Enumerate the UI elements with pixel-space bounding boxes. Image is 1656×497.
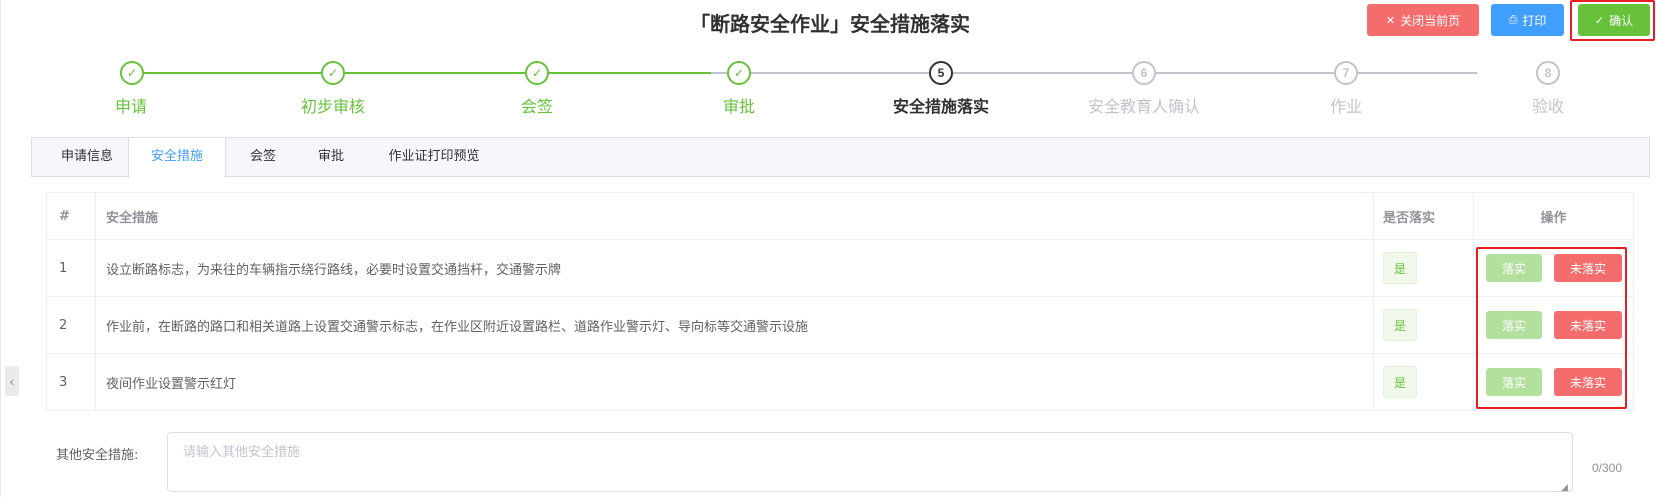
tabs-bar: 申请信息 安全措施 会签 审批 作业证打印预览 bbox=[31, 137, 1650, 178]
safety-measures-table: # 安全措施 是否落实 操作 1 设立断路标志，为来往的车辆指示绕行路线，必要时… bbox=[46, 192, 1634, 411]
confirm-label: 确认 bbox=[1609, 13, 1634, 28]
close-page-button[interactable]: ✕ 关闭当前页 bbox=[1367, 4, 1479, 36]
step-2-label: 初步审核 bbox=[300, 97, 365, 116]
implemented-tag: 是 bbox=[1383, 309, 1417, 341]
tab-print-preview[interactable]: 作业证打印预览 bbox=[378, 138, 490, 177]
step-1-circle: ✓ bbox=[120, 61, 144, 85]
step-progress-line bbox=[137, 72, 711, 74]
row-measure: 设立断路标志，为来往的车辆指示绕行路线，必要时设置交通挡杆，交通警示牌 bbox=[106, 262, 562, 278]
header-actions: 操作 bbox=[1540, 210, 1567, 226]
other-measures-label: 其他安全措施: bbox=[56, 448, 139, 463]
step-4-label: 审批 bbox=[722, 97, 755, 116]
print-label: 打印 bbox=[1522, 13, 1547, 28]
step-6-label: 安全教育人确认 bbox=[1087, 97, 1200, 116]
check-icon: ✓ bbox=[531, 66, 543, 80]
confirm-button[interactable]: ✓ 确认 bbox=[1578, 4, 1650, 36]
chevron-left-icon[interactable]: ‹ bbox=[5, 366, 19, 396]
step-7-circle: 7 bbox=[1334, 61, 1358, 85]
actions-highlight bbox=[1476, 247, 1627, 409]
tab-safety-measures[interactable]: 安全措施 bbox=[128, 138, 226, 178]
row-index: 1 bbox=[59, 260, 68, 276]
resize-grip-icon[interactable]: ◢ bbox=[1561, 482, 1571, 492]
step-7-label: 作业 bbox=[1329, 97, 1362, 116]
row-measure: 作业前，在断路的路口和相关道路上设置交通警示标志，在作业区附近设置路栏、道路作业… bbox=[106, 319, 809, 335]
step-1-label: 申请 bbox=[114, 97, 147, 116]
close-icon: ✕ bbox=[1385, 13, 1396, 27]
implemented-tag: 是 bbox=[1383, 252, 1417, 284]
check-icon: ✓ bbox=[1594, 13, 1605, 27]
char-counter: 0/300 bbox=[1592, 461, 1623, 475]
tab-application-info[interactable]: 申请信息 bbox=[50, 138, 124, 177]
step-3-circle: ✓ bbox=[525, 61, 549, 85]
table-row: 1 设立断路标志，为来往的车辆指示绕行路线，必要时设置交通挡杆，交通警示牌 是 … bbox=[47, 240, 1633, 297]
row-index: 3 bbox=[59, 374, 68, 390]
other-measures-input[interactable] bbox=[167, 432, 1573, 492]
table-row: 2 作业前，在断路的路口和相关道路上设置交通警示标志，在作业区附近设置路栏、道路… bbox=[47, 297, 1633, 354]
step-8-circle: 8 bbox=[1536, 61, 1560, 85]
step-2-circle: ✓ bbox=[321, 61, 345, 85]
header-implemented: 是否落实 bbox=[1383, 210, 1436, 226]
row-index: 2 bbox=[59, 317, 68, 333]
step-4-circle: ✓ bbox=[727, 61, 751, 85]
printer-icon: ⎙ bbox=[1508, 13, 1518, 26]
row-measure: 夜间作业设置警示红灯 bbox=[106, 376, 237, 392]
tab-approval[interactable]: 审批 bbox=[308, 138, 354, 177]
step-3-label: 会签 bbox=[520, 97, 553, 116]
close-page-label: 关闭当前页 bbox=[1400, 13, 1461, 28]
step-6-circle: 6 bbox=[1132, 61, 1156, 85]
tab-countersign[interactable]: 会签 bbox=[240, 138, 286, 177]
step-remaining-line bbox=[711, 72, 1477, 74]
check-icon: ✓ bbox=[733, 66, 745, 80]
header-measure: 安全措施 bbox=[106, 210, 159, 226]
check-icon: ✓ bbox=[126, 66, 138, 80]
step-8-label: 验收 bbox=[1531, 97, 1564, 116]
check-icon: ✓ bbox=[327, 66, 339, 80]
print-button[interactable]: ⎙ 打印 bbox=[1491, 4, 1564, 36]
header-index: # bbox=[59, 208, 70, 224]
implemented-tag: 是 bbox=[1383, 366, 1417, 398]
steps-bar: ✓ 申请 ✓ 初步审核 ✓ 会签 ✓ 审批 5 安全措施落实 6 安全教育人确认… bbox=[0, 58, 1656, 118]
step-5-circle: 5 bbox=[929, 61, 953, 85]
page-title: 「断路安全作业」安全措施落实 bbox=[690, 12, 970, 36]
table-row: 3 夜间作业设置警示红灯 是 落实 未落实 bbox=[47, 354, 1633, 410]
step-5-label: 安全措施落实 bbox=[892, 97, 989, 116]
table-header: # 安全措施 是否落实 操作 bbox=[47, 193, 1633, 240]
